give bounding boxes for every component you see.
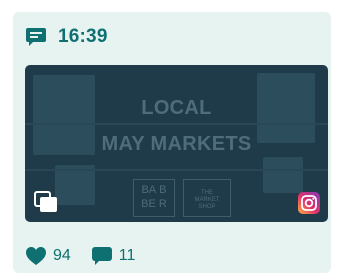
shop-sign-right: THE MARKET SHOP <box>183 179 231 217</box>
background-window <box>263 157 303 193</box>
post-image[interactable]: LOCAL MAY MARKETS BA B BE R THE MARKET S… <box>25 65 328 222</box>
background-shelf <box>25 123 328 125</box>
comments-count: 11 <box>118 247 136 264</box>
comment-icon[interactable] <box>91 246 113 266</box>
social-post-card[interactable]: 16:39 LOCAL MAY MARKETS BA B BE R THE MA… <box>13 12 331 273</box>
background-shelf <box>25 169 328 171</box>
background-window <box>55 165 95 205</box>
post-stats: 94 11 <box>25 246 135 266</box>
post-time: 16:39 <box>58 26 108 47</box>
chat-bubble-icon <box>26 28 46 46</box>
post-header: 16:39 <box>25 26 108 48</box>
instagram-icon[interactable] <box>298 192 320 214</box>
shop-sign-left: BA B BE R <box>133 179 175 217</box>
image-headline-line2: MAY MARKETS <box>101 133 252 155</box>
likes-count: 94 <box>53 247 71 264</box>
multiple-images-icon <box>34 191 57 212</box>
image-headline-line1: LOCAL <box>141 97 212 119</box>
heart-icon[interactable] <box>25 246 47 266</box>
